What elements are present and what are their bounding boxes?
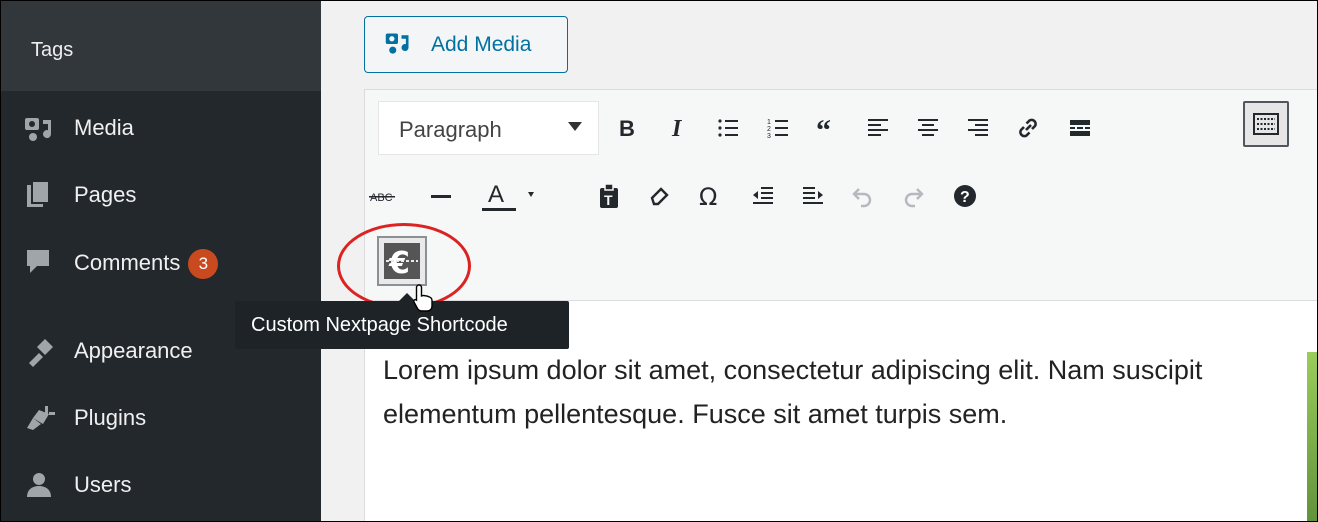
add-media-label: Add Media bbox=[431, 33, 532, 56]
svg-text:Ω: Ω bbox=[699, 183, 717, 209]
svg-text:3: 3 bbox=[767, 133, 771, 140]
undo-icon[interactable] bbox=[845, 178, 881, 214]
sidebar-item-label: Plugins bbox=[74, 405, 147, 430]
media-icon bbox=[25, 118, 52, 141]
svg-text:?: ? bbox=[960, 189, 970, 206]
align-center-icon[interactable] bbox=[910, 110, 946, 146]
add-media-button[interactable]: Add Media bbox=[364, 16, 568, 73]
svg-text:1: 1 bbox=[767, 119, 771, 126]
content-image bbox=[1307, 352, 1317, 521]
tooltip-text: Custom Nextpage Shortcode bbox=[251, 314, 508, 336]
submenu-item-label: Tags bbox=[31, 39, 74, 61]
outdent-icon[interactable] bbox=[745, 178, 781, 214]
horizontal-line-icon[interactable] bbox=[423, 178, 459, 214]
text-color-icon[interactable]: A bbox=[478, 176, 538, 216]
plugins-icon bbox=[27, 406, 55, 430]
format-select[interactable]: Paragraph bbox=[378, 101, 599, 155]
read-more-icon[interactable] bbox=[1062, 110, 1098, 146]
help-icon[interactable]: ? bbox=[947, 178, 983, 214]
paste-text-icon[interactable]: T bbox=[591, 178, 627, 214]
svg-text:2: 2 bbox=[767, 126, 771, 133]
post-content[interactable]: Lorem ipsum dolor sit amet, consectetur … bbox=[383, 348, 1243, 436]
toolbar-toggle-icon[interactable] bbox=[1243, 101, 1289, 147]
svg-text:“: “ bbox=[816, 116, 831, 140]
hand-cursor-icon bbox=[413, 284, 433, 312]
format-select-value: Paragraph bbox=[399, 117, 502, 142]
strikethrough-icon[interactable]: ABC bbox=[365, 178, 401, 214]
screenshot-frame: Tags Media Pages Comments 3 Appearance Pl… bbox=[0, 0, 1318, 522]
sidebar-item-label: Comments 3 bbox=[74, 249, 219, 279]
comments-count-badge: 3 bbox=[188, 249, 219, 279]
align-left-icon[interactable] bbox=[860, 110, 896, 146]
sidebar-item-label: Pages bbox=[74, 182, 137, 207]
sidebar-item-pages[interactable]: Pages bbox=[1, 165, 321, 225]
sidebar-item-users[interactable]: Users bbox=[1, 455, 321, 515]
editor-toolbar: Paragraph B I 123 “ ABC A T Ω ? € bbox=[365, 90, 1317, 301]
sidebar-item-label: Media bbox=[74, 115, 134, 140]
media-icon bbox=[385, 33, 409, 54]
redo-icon[interactable] bbox=[895, 178, 931, 214]
link-icon[interactable] bbox=[1010, 110, 1046, 146]
editor-area: Add Media Paragraph B I 123 “ ABC A T Ω … bbox=[321, 1, 1317, 521]
bold-icon[interactable]: B bbox=[608, 110, 644, 146]
custom-nextpage-shortcode-icon[interactable]: € bbox=[377, 236, 427, 286]
svg-text:A: A bbox=[488, 181, 504, 208]
svg-text:€: € bbox=[388, 246, 410, 280]
users-icon bbox=[27, 473, 51, 497]
comments-icon bbox=[27, 250, 49, 273]
admin-sidebar: Tags Media Pages Comments 3 Appearance Pl… bbox=[1, 1, 321, 521]
sidebar-item-label: Users bbox=[74, 472, 132, 497]
numbered-list-icon[interactable]: 123 bbox=[760, 110, 796, 146]
pages-icon bbox=[27, 180, 50, 207]
sidebar-item-media[interactable]: Media bbox=[1, 98, 321, 158]
svg-text:ABC: ABC bbox=[370, 192, 393, 204]
clear-formatting-icon[interactable] bbox=[642, 178, 678, 214]
submenu-item-tags[interactable]: Tags bbox=[1, 1, 321, 91]
sidebar-item-comments[interactable]: Comments 3 bbox=[1, 232, 321, 292]
svg-text:T: T bbox=[604, 192, 613, 208]
align-right-icon[interactable] bbox=[960, 110, 996, 146]
chevron-down-icon bbox=[568, 122, 582, 131]
svg-text:B: B bbox=[619, 116, 635, 140]
svg-text:I: I bbox=[671, 116, 683, 140]
blockquote-icon[interactable]: “ bbox=[810, 110, 846, 146]
appearance-icon bbox=[29, 339, 53, 367]
sidebar-item-plugins[interactable]: Plugins bbox=[1, 388, 321, 448]
italic-icon[interactable]: I bbox=[660, 110, 696, 146]
bullet-list-icon[interactable] bbox=[710, 110, 746, 146]
tooltip: Custom Nextpage Shortcode bbox=[235, 293, 569, 349]
special-character-icon[interactable]: Ω bbox=[692, 178, 728, 214]
sidebar-item-label: Appearance bbox=[74, 338, 193, 363]
indent-icon[interactable] bbox=[795, 178, 831, 214]
